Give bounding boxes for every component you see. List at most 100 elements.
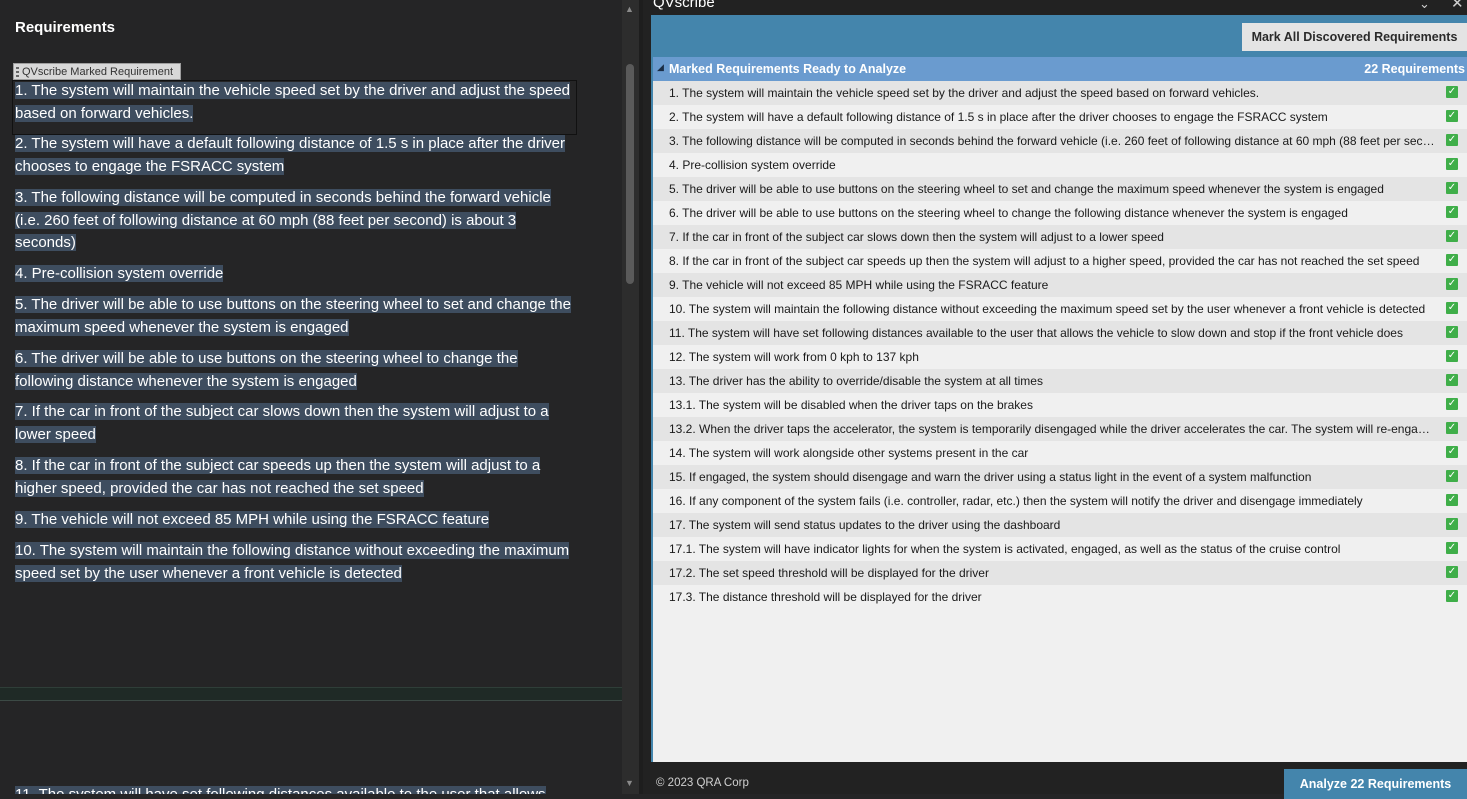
- requirement-row[interactable]: 10. The system will maintain the followi…: [653, 297, 1467, 321]
- checkmark-icon[interactable]: ✓: [1446, 326, 1458, 338]
- checkmark-icon[interactable]: ✓: [1446, 278, 1458, 290]
- scroll-down-icon[interactable]: ▼: [625, 778, 634, 788]
- checkmark-icon[interactable]: ✓: [1446, 110, 1458, 122]
- analyze-button[interactable]: Analyze 22 Requirements: [1284, 769, 1467, 799]
- requirement-text: 13.2. When the driver taps the accelerat…: [669, 422, 1435, 436]
- list-group-header[interactable]: ◢ Marked Requirements Ready to Analyze 2…: [653, 57, 1467, 81]
- requirement-text: 13. The driver has the ability to overri…: [669, 374, 1043, 388]
- requirement-text: 17.1. The system will have indicator lig…: [669, 542, 1341, 556]
- doc-paragraph[interactable]: 11. The system will have set following d…: [15, 784, 575, 794]
- chevron-down-icon[interactable]: ⌄: [1419, 0, 1430, 12]
- checkmark-icon[interactable]: ✓: [1446, 470, 1458, 482]
- doc-paragraph[interactable]: 2. The system will have a default follow…: [15, 133, 575, 178]
- requirements-list[interactable]: ◢ Marked Requirements Ready to Analyze 2…: [653, 57, 1467, 762]
- requirement-text: 11. The system will have set following d…: [669, 326, 1403, 340]
- doc-paragraph[interactable]: 3. The following distance will be comput…: [15, 187, 575, 255]
- requirement-row[interactable]: 17.2. The set speed threshold will be di…: [653, 561, 1467, 585]
- pane-title: QVscribe: [653, 0, 715, 11]
- checkmark-icon[interactable]: ✓: [1446, 518, 1458, 530]
- checkmark-icon[interactable]: ✓: [1446, 158, 1458, 170]
- requirement-text: 13.1. The system will be disabled when t…: [669, 398, 1033, 412]
- requirement-text: 15. If engaged, the system should diseng…: [669, 470, 1312, 484]
- content-control-tag[interactable]: QVscribe Marked Requirement: [13, 63, 181, 80]
- requirement-row[interactable]: 6. The driver will be able to use button…: [653, 201, 1467, 225]
- collapse-triangle-icon[interactable]: ◢: [657, 62, 664, 73]
- requirement-text: 9. The vehicle will not exceed 85 MPH wh…: [669, 278, 1049, 292]
- group-title: Marked Requirements Ready to Analyze: [669, 62, 907, 76]
- checkmark-icon[interactable]: ✓: [1446, 182, 1458, 194]
- requirement-row[interactable]: 2. The system will have a default follow…: [653, 105, 1467, 129]
- checkmark-icon[interactable]: ✓: [1446, 494, 1458, 506]
- checkmark-icon[interactable]: ✓: [1446, 542, 1458, 554]
- mark-all-button[interactable]: Mark All Discovered Requirements: [1242, 23, 1467, 51]
- requirement-text: 17.3. The distance threshold will be dis…: [669, 590, 982, 604]
- drag-grip-icon[interactable]: [16, 67, 19, 77]
- checkmark-icon[interactable]: ✓: [1446, 254, 1458, 266]
- requirement-row[interactable]: 15. If engaged, the system should diseng…: [653, 465, 1467, 489]
- requirement-row[interactable]: 13. The driver has the ability to overri…: [653, 369, 1467, 393]
- requirement-text: 5. The driver will be able to use button…: [669, 182, 1384, 196]
- scroll-thumb[interactable]: [626, 64, 634, 284]
- page-divider: [0, 700, 622, 701]
- requirements-panel: Mark All Discovered Requirements ◢ Marke…: [651, 15, 1467, 762]
- requirement-row[interactable]: 17.1. The system will have indicator lig…: [653, 537, 1467, 561]
- checkmark-icon[interactable]: ✓: [1446, 134, 1458, 146]
- doc-paragraph[interactable]: 8. If the car in front of the subject ca…: [15, 455, 575, 500]
- close-icon[interactable]: ✕: [1451, 0, 1464, 12]
- requirement-row[interactable]: 9. The vehicle will not exceed 85 MPH wh…: [653, 273, 1467, 297]
- requirement-count: 22 Requirements: [1364, 62, 1465, 76]
- requirement-text: 2. The system will have a default follow…: [669, 110, 1328, 124]
- document-pane[interactable]: Requirements QVscribe Marked Requirement…: [0, 0, 622, 794]
- doc-paragraph[interactable]: 6. The driver will be able to use button…: [15, 348, 575, 393]
- document-heading: Requirements: [15, 19, 116, 36]
- checkmark-icon[interactable]: ✓: [1446, 374, 1458, 386]
- checkmark-icon[interactable]: ✓: [1446, 350, 1458, 362]
- requirement-row[interactable]: 17.3. The distance threshold will be dis…: [653, 585, 1467, 609]
- requirement-text: 1. The system will maintain the vehicle …: [669, 86, 1260, 100]
- copyright-text: © 2023 QRA Corp: [656, 777, 749, 789]
- doc-paragraph[interactable]: 10. The system will maintain the followi…: [15, 540, 575, 585]
- requirement-text: 16. If any component of the system fails…: [669, 494, 1363, 508]
- checkmark-icon[interactable]: ✓: [1446, 302, 1458, 314]
- checkmark-icon[interactable]: ✓: [1446, 566, 1458, 578]
- qvscribe-pane: QVscribe ⌄ ✕ Mark All Discovered Require…: [643, 0, 1467, 799]
- content-control-label: QVscribe Marked Requirement: [22, 66, 174, 78]
- checkmark-icon[interactable]: ✓: [1446, 206, 1458, 218]
- requirement-row[interactable]: 11. The system will have set following d…: [653, 321, 1467, 345]
- requirement-row[interactable]: 4. Pre-collision system override ✓: [653, 153, 1467, 177]
- checkmark-icon[interactable]: ✓: [1446, 398, 1458, 410]
- doc-paragraph[interactable]: 9. The vehicle will not exceed 85 MPH wh…: [15, 509, 575, 532]
- requirement-text: 12. The system will work from 0 kph to 1…: [669, 350, 919, 364]
- document-scrollbar[interactable]: ▲ ▼: [622, 0, 639, 794]
- requirement-text: 17.2. The set speed threshold will be di…: [669, 566, 989, 580]
- checkmark-icon[interactable]: ✓: [1446, 230, 1458, 242]
- requirement-row[interactable]: 16. If any component of the system fails…: [653, 489, 1467, 513]
- requirement-row[interactable]: 13.1. The system will be disabled when t…: [653, 393, 1467, 417]
- requirement-row[interactable]: 5. The driver will be able to use button…: [653, 177, 1467, 201]
- requirement-text: 8. If the car in front of the subject ca…: [669, 254, 1420, 268]
- requirement-row[interactable]: 12. The system will work from 0 kph to 1…: [653, 345, 1467, 369]
- requirement-row[interactable]: 1. The system will maintain the vehicle …: [653, 81, 1467, 105]
- requirement-text: 3. The following distance will be comput…: [669, 134, 1435, 148]
- requirement-text: 17. The system will send status updates …: [669, 518, 1061, 532]
- requirement-row[interactable]: 14. The system will work alongside other…: [653, 441, 1467, 465]
- requirement-row[interactable]: 7. If the car in front of the subject ca…: [653, 225, 1467, 249]
- requirement-row[interactable]: 17. The system will send status updates …: [653, 513, 1467, 537]
- checkmark-icon[interactable]: ✓: [1446, 446, 1458, 458]
- requirement-row[interactable]: 8. If the car in front of the subject ca…: [653, 249, 1467, 273]
- requirement-text: 10. The system will maintain the followi…: [669, 302, 1426, 316]
- requirement-text: 14. The system will work alongside other…: [669, 446, 1029, 460]
- requirement-text: 7. If the car in front of the subject ca…: [669, 230, 1164, 244]
- requirement-text: 4. Pre-collision system override: [669, 158, 836, 172]
- requirement-row[interactable]: 3. The following distance will be comput…: [653, 129, 1467, 153]
- doc-paragraph[interactable]: 7. If the car in front of the subject ca…: [15, 401, 575, 446]
- checkmark-icon[interactable]: ✓: [1446, 590, 1458, 602]
- checkmark-icon[interactable]: ✓: [1446, 422, 1458, 434]
- requirement-text: 6. The driver will be able to use button…: [669, 206, 1348, 220]
- doc-paragraph[interactable]: 4. Pre-collision system override: [15, 263, 575, 286]
- checkmark-icon[interactable]: ✓: [1446, 86, 1458, 98]
- scroll-up-icon[interactable]: ▲: [625, 4, 634, 14]
- doc-paragraph[interactable]: 5. The driver will be able to use button…: [15, 294, 575, 339]
- requirement-row[interactable]: 13.2. When the driver taps the accelerat…: [653, 417, 1467, 441]
- doc-paragraph[interactable]: 1. The system will maintain the vehicle …: [15, 80, 575, 125]
